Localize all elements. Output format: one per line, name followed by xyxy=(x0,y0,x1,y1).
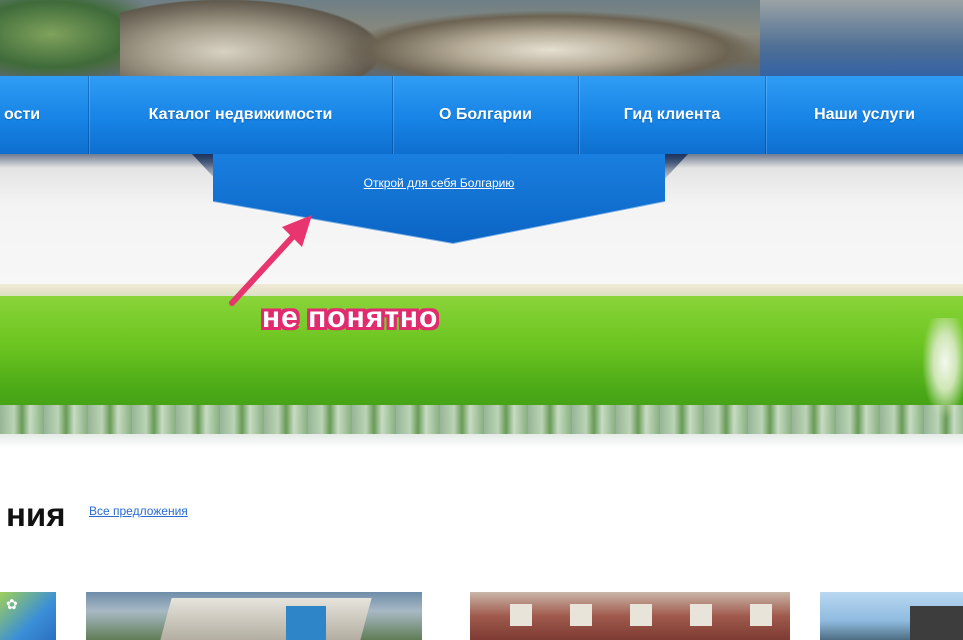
nav-item-our-services[interactable]: Наши услуги xyxy=(766,76,963,154)
building-window xyxy=(750,604,772,626)
annotation-label: не понятно xyxy=(262,301,439,334)
nav-item-client-guide[interactable]: Гид клиента xyxy=(579,76,765,154)
leaf-icon: ✿ xyxy=(6,596,18,612)
property-thumbnail[interactable] xyxy=(470,592,790,640)
all-offers-link[interactable]: Все предложения xyxy=(89,504,188,518)
banner-bottom-edge xyxy=(0,434,963,448)
property-thumbnail[interactable] xyxy=(820,592,963,640)
flower-decoration xyxy=(918,318,963,428)
nav-item-about-bulgaria[interactable]: О Болгарии xyxy=(393,76,578,154)
building-image xyxy=(286,606,326,640)
hero-rock xyxy=(340,10,760,86)
discover-bulgaria-link[interactable]: Открой для себя Болгарию xyxy=(213,176,665,190)
building-image xyxy=(910,606,963,640)
building-window xyxy=(630,604,652,626)
hero-sea xyxy=(760,0,963,86)
building-window xyxy=(510,604,532,626)
nav-item-property-catalog[interactable]: Каталог недвижимости xyxy=(89,76,392,154)
property-thumbnail[interactable] xyxy=(86,592,422,640)
hero-photo xyxy=(0,0,963,86)
building-image xyxy=(160,598,372,640)
offers-heading: ния xyxy=(6,496,66,533)
building-window xyxy=(570,604,592,626)
banner-foliage xyxy=(0,405,963,435)
building-window xyxy=(690,604,712,626)
main-navigation: ости Каталог недвижимости О Болгарии Гид… xyxy=(0,76,963,156)
nav-item-partial[interactable]: ости xyxy=(0,76,92,154)
property-thumbnail[interactable]: ✿ xyxy=(0,592,56,640)
annotation-arrow-icon xyxy=(229,215,312,306)
